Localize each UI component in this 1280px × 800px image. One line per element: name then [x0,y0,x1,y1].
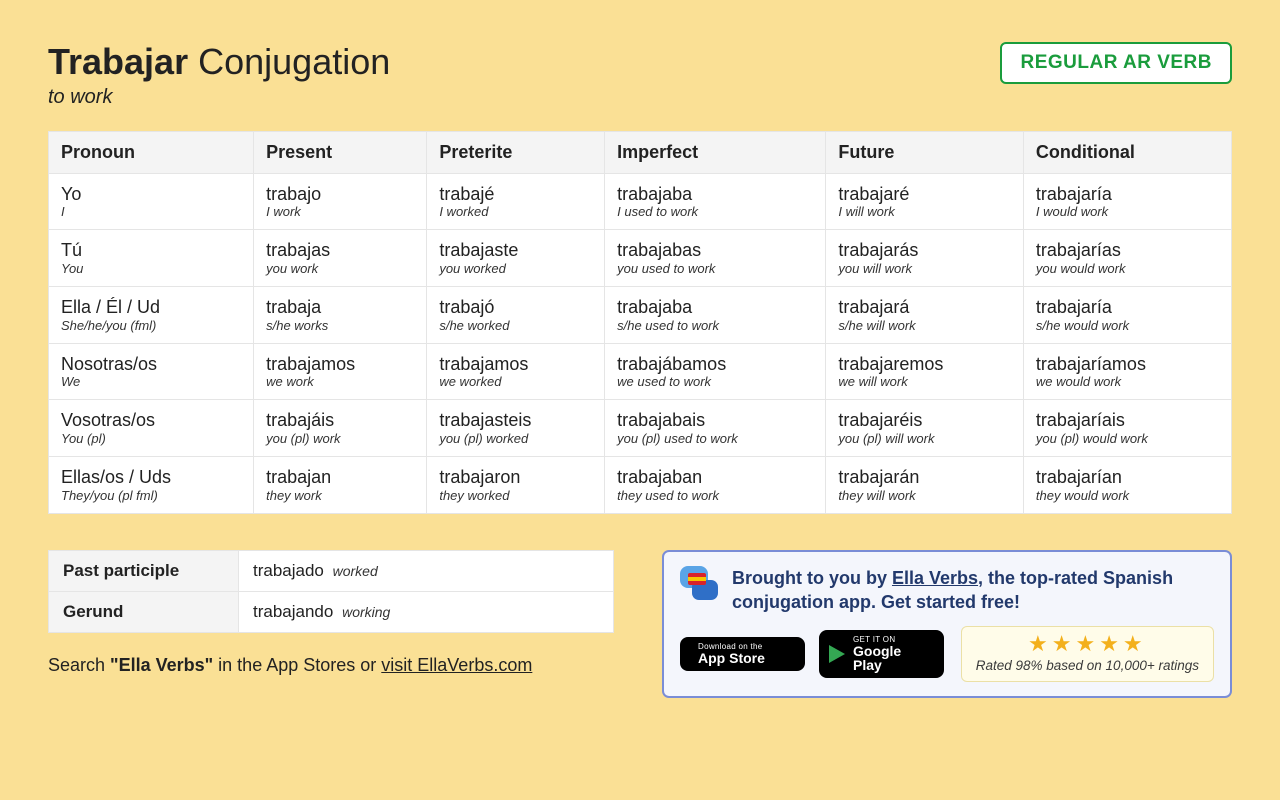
col-header: Conditional [1023,131,1231,173]
participles-table: Past participle trabajado worked Gerund … [48,550,614,633]
table-row: Ella / Él / UdShe/he/you (fml)trabajas/h… [49,286,1232,343]
promo-text: Brought to you by Ella Verbs, the top-ra… [732,566,1214,615]
title-suffix: Conjugation [198,41,390,82]
cell-imperfect: trabajabaI used to work [605,173,826,230]
cell-future: trabajarás/he will work [826,286,1024,343]
googleplay-badge[interactable]: GET IT ON Google Play [819,630,944,678]
cell-present: trabajas/he works [254,286,427,343]
verb-translation: to work [48,86,390,109]
cell-pronoun: Vosotras/osYou (pl) [49,400,254,457]
cell-conditional: trabajaríanthey would work [1023,457,1231,514]
gerund-value: trabajando working [239,591,614,632]
past-participle-label: Past participle [49,550,239,591]
cell-conditional: trabajaríaI would work [1023,173,1231,230]
page-title: Trabajar Conjugation [48,42,390,82]
cell-pronoun: Ella / Él / UdShe/he/you (fml) [49,286,254,343]
promo-box: Brought to you by Ella Verbs, the top-ra… [662,550,1232,699]
appstore-badge[interactable]: Download on the App Store [680,637,805,671]
cell-future: trabajaréI will work [826,173,1024,230]
brand-link[interactable]: Ella Verbs [892,568,978,588]
cell-future: trabajaránthey will work [826,457,1024,514]
col-header: Preterite [427,131,605,173]
cell-preterite: trabajasteisyou (pl) worked [427,400,605,457]
stars-icon: ★★★★★ [976,633,1199,655]
table-row: Ellas/os / UdsThey/you (pl fml)trabajant… [49,457,1232,514]
table-row: Nosotras/osWetrabajamoswe worktrabajamos… [49,343,1232,400]
cell-future: trabajaréisyou (pl) will work [826,400,1024,457]
verb-type-badge: REGULAR AR VERB [1000,42,1232,84]
cell-present: trabajamoswe work [254,343,427,400]
col-header: Imperfect [605,131,826,173]
cell-preterite: trabajamoswe worked [427,343,605,400]
cell-future: trabajaremoswe will work [826,343,1024,400]
search-line: Search "Ella Verbs" in the App Stores or… [48,655,614,676]
cell-preterite: trabajós/he worked [427,286,605,343]
cell-pronoun: TúYou [49,230,254,287]
cell-imperfect: trabajabanthey used to work [605,457,826,514]
table-row: TúYoutrabajasyou worktrabajasteyou worke… [49,230,1232,287]
cell-pronoun: Ellas/os / UdsThey/you (pl fml) [49,457,254,514]
play-icon [829,645,845,663]
rating-box: ★★★★★ Rated 98% based on 10,000+ ratings [961,626,1214,682]
cell-present: trabajasyou work [254,230,427,287]
visit-link[interactable]: visit EllaVerbs.com [381,655,532,675]
cell-conditional: trabajarías/he would work [1023,286,1231,343]
cell-pronoun: YoI [49,173,254,230]
cell-present: trabajáisyou (pl) work [254,400,427,457]
col-header: Future [826,131,1024,173]
verb-name: Trabajar [48,41,188,82]
cell-conditional: trabajaríaisyou (pl) would work [1023,400,1231,457]
cell-preterite: trabajaronthey worked [427,457,605,514]
table-row: Vosotras/osYou (pl)trabajáisyou (pl) wor… [49,400,1232,457]
cell-future: trabajarásyou will work [826,230,1024,287]
table-row: YoItrabajoI worktrabajéI workedtrabajaba… [49,173,1232,230]
cell-imperfect: trabajabasyou used to work [605,230,826,287]
cell-imperfect: trabajabaisyou (pl) used to work [605,400,826,457]
ellaverbs-logo-icon [680,566,718,600]
col-header: Pronoun [49,131,254,173]
rating-caption: Rated 98% based on 10,000+ ratings [976,658,1199,673]
conjugation-table: PronounPresentPreteriteImperfectFutureCo… [48,131,1232,514]
cell-present: trabajanthey work [254,457,427,514]
cell-pronoun: Nosotras/osWe [49,343,254,400]
past-participle-value: trabajado worked [239,550,614,591]
cell-imperfect: trabajábamoswe used to work [605,343,826,400]
gerund-label: Gerund [49,591,239,632]
cell-conditional: trabajaríasyou would work [1023,230,1231,287]
cell-preterite: trabajéI worked [427,173,605,230]
cell-conditional: trabajaríamoswe would work [1023,343,1231,400]
col-header: Present [254,131,427,173]
cell-imperfect: trabajabas/he used to work [605,286,826,343]
cell-present: trabajoI work [254,173,427,230]
cell-preterite: trabajasteyou worked [427,230,605,287]
